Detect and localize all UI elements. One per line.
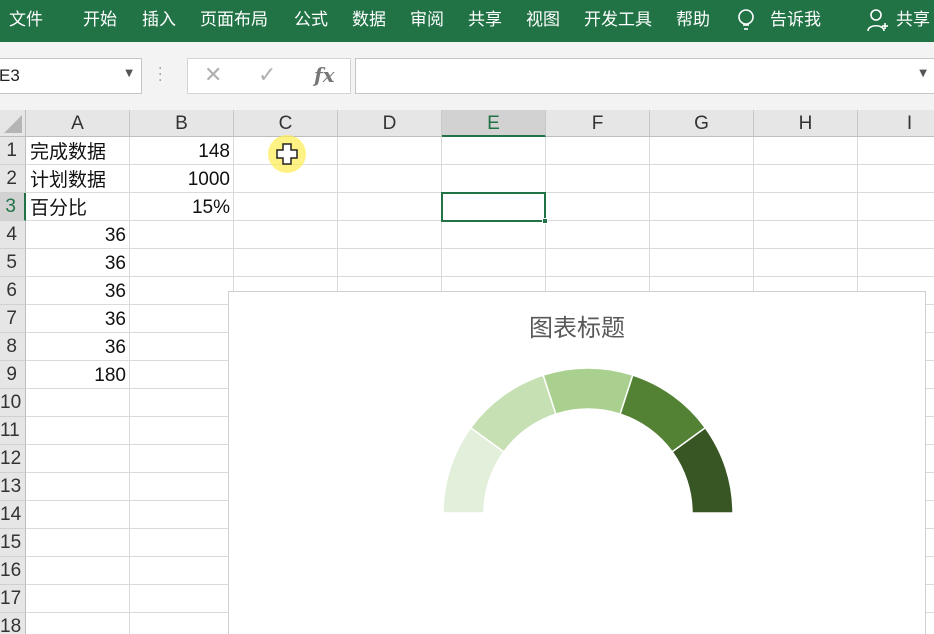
- tab-share[interactable]: 共享: [468, 0, 502, 42]
- column-header-a[interactable]: A: [26, 110, 130, 137]
- cell-a8[interactable]: 36: [26, 334, 130, 362]
- tab-home[interactable]: 开始: [83, 0, 117, 42]
- tab-file[interactable]: 文件: [9, 0, 43, 42]
- gridline: [26, 276, 934, 277]
- fill-handle[interactable]: [542, 218, 548, 224]
- doughnut-chart[interactable]: 图表标题: [228, 291, 926, 634]
- row-header[interactable]: 3: [0, 193, 26, 221]
- cell-a4[interactable]: 36: [26, 222, 130, 250]
- drag-handle-icon[interactable]: · · ·: [158, 62, 162, 88]
- tell-me-search[interactable]: 告诉我: [770, 0, 821, 42]
- column-header-g[interactable]: G: [650, 110, 754, 137]
- row-header[interactable]: 13: [0, 473, 26, 501]
- ribbon-tab-bar: 文件 开始 插入 页面布局 公式 数据 审阅 共享 视图 开发工具 帮助 告诉我…: [0, 0, 934, 42]
- chart-plot: [442, 367, 734, 634]
- cell-a1[interactable]: 完成数据: [26, 138, 130, 166]
- cancel-icon[interactable]: ✕: [204, 63, 222, 88]
- cell-b2[interactable]: 1000: [130, 166, 234, 194]
- row-header[interactable]: 12: [0, 445, 26, 473]
- column-header-c[interactable]: C: [234, 110, 338, 137]
- row-header[interactable]: 2: [0, 165, 26, 193]
- row-header[interactable]: 4: [0, 221, 26, 249]
- enter-check-icon[interactable]: ✓: [258, 63, 276, 88]
- doughnut-slice-6[interactable]: [443, 513, 733, 634]
- doughnut-slice-3[interactable]: [542, 367, 634, 416]
- cell-a6[interactable]: 36: [26, 278, 130, 306]
- name-box[interactable]: E3 ▼: [0, 58, 142, 94]
- chevron-down-icon[interactable]: ▼: [919, 68, 927, 79]
- insert-function-icon[interactable]: fx: [314, 63, 335, 87]
- tab-insert[interactable]: 插入: [142, 0, 176, 42]
- row-header[interactable]: 11: [0, 417, 26, 445]
- row-header[interactable]: 8: [0, 333, 26, 361]
- row-header[interactable]: 18: [0, 613, 26, 634]
- row-header[interactable]: 7: [0, 305, 26, 333]
- active-cell-selection[interactable]: [441, 192, 548, 224]
- chevron-down-icon[interactable]: ▼: [125, 68, 133, 79]
- share-button[interactable]: 共享: [896, 0, 930, 42]
- share-person-icon[interactable]: [864, 0, 890, 42]
- tab-formulas[interactable]: 公式: [294, 0, 328, 42]
- row-header[interactable]: 14: [0, 501, 26, 529]
- tab-review[interactable]: 审阅: [410, 0, 444, 42]
- select-all-triangle-icon: [4, 115, 22, 133]
- formula-buttons: ✕ ✓ fx: [187, 58, 351, 94]
- row-header[interactable]: 1: [0, 137, 26, 165]
- cell-b3[interactable]: 15%: [130, 194, 234, 222]
- cell-a7[interactable]: 36: [26, 306, 130, 334]
- formula-bar: E3 ▼ · · · ✕ ✓ fx ▼: [0, 42, 934, 110]
- row-header[interactable]: 16: [0, 557, 26, 585]
- tab-help[interactable]: 帮助: [676, 0, 710, 42]
- row-header[interactable]: 17: [0, 585, 26, 613]
- tab-data[interactable]: 数据: [352, 0, 386, 42]
- tab-page-layout[interactable]: 页面布局: [200, 0, 268, 42]
- column-header-b[interactable]: B: [130, 110, 234, 137]
- column-header-f[interactable]: F: [546, 110, 650, 137]
- cell-a5[interactable]: 36: [26, 250, 130, 278]
- lightbulb-icon[interactable]: [734, 0, 758, 42]
- select-all-button[interactable]: [0, 110, 26, 137]
- tab-view[interactable]: 视图: [526, 0, 560, 42]
- gridline: [26, 248, 934, 249]
- row-header[interactable]: 15: [0, 529, 26, 557]
- column-header-e[interactable]: E: [442, 110, 546, 137]
- tab-developer[interactable]: 开发工具: [584, 0, 652, 42]
- row-header[interactable]: 10: [0, 389, 26, 417]
- cell-cursor-icon: [276, 143, 298, 165]
- row-header[interactable]: 5: [0, 249, 26, 277]
- row-header[interactable]: 6: [0, 277, 26, 305]
- name-box-value: E3: [0, 66, 20, 85]
- mouse-cursor-highlight: [268, 135, 306, 173]
- cell-a2[interactable]: 计划数据: [26, 166, 130, 194]
- column-header-h[interactable]: H: [754, 110, 858, 137]
- column-header-i[interactable]: I: [858, 110, 934, 137]
- formula-input[interactable]: ▼: [355, 58, 934, 94]
- cell-a3[interactable]: 百分比: [26, 194, 130, 222]
- worksheet-grid[interactable]: A B C D E F G H I 1 2 3 4 5 6 7 8 9 10 1…: [0, 110, 934, 634]
- row-header[interactable]: 9: [0, 361, 26, 389]
- cell-a9[interactable]: 180: [26, 362, 130, 390]
- column-header-d[interactable]: D: [338, 110, 442, 137]
- cell-b1[interactable]: 148: [130, 138, 234, 166]
